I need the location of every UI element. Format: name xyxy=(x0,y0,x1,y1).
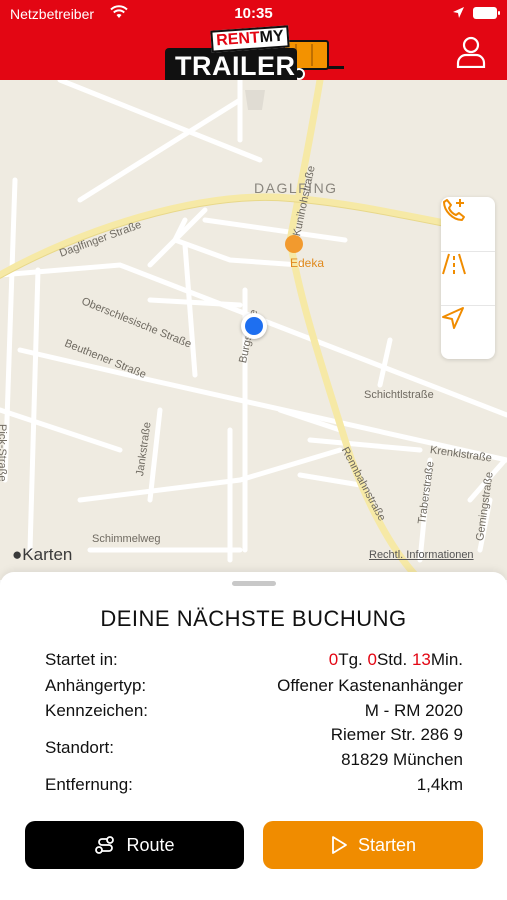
user-icon[interactable] xyxy=(456,36,486,69)
logo-rent-text: RENT xyxy=(215,29,261,50)
play-icon xyxy=(330,835,348,855)
legal-info-link[interactable]: Rechtl. Informationen xyxy=(369,549,474,561)
battery-icon xyxy=(473,7,500,19)
road-icon[interactable] xyxy=(441,251,495,305)
distance-value: 1,4km xyxy=(416,775,463,794)
plate-label: Kennzeichen: xyxy=(45,701,149,720)
location-label: Standort: xyxy=(45,738,114,757)
app-header: Netzbetreiber 10:35 TRAILER RENTMY xyxy=(0,0,507,84)
trailer-type-label: Anhängertyp: xyxy=(45,676,147,695)
call-icon[interactable] xyxy=(441,197,495,251)
start-button-label: Starten xyxy=(357,834,417,855)
location-city: 81829 München xyxy=(341,750,463,769)
booking-title: DEINE NÄCHSTE BUCHUNG xyxy=(100,606,407,631)
apple-logo-icon: ● xyxy=(12,545,23,564)
map-controls xyxy=(441,197,495,359)
location-street: Riemer Str. 286 9 xyxy=(330,725,463,744)
countdown-days-unit: Tg. xyxy=(338,650,363,669)
countdown-minutes: 13 xyxy=(411,650,431,669)
maps-brand-text: Karten xyxy=(22,545,73,564)
maps-attribution: ●Karten xyxy=(12,545,72,565)
logo-my-text: MY xyxy=(259,27,285,47)
sheet-grabber[interactable] xyxy=(232,581,276,586)
location-services-icon xyxy=(452,6,465,22)
plate-value: M - RM 2020 xyxy=(364,701,463,720)
street-label: Schimmelweg xyxy=(92,533,161,545)
route-icon xyxy=(94,835,116,855)
countdown-hours: 0 xyxy=(367,650,377,669)
rentmytrailer-logo: TRAILER RENTMY xyxy=(165,25,345,88)
countdown-days: 0 xyxy=(328,650,339,669)
trailer-drawbar xyxy=(328,66,344,69)
navigation-arrow-icon[interactable] xyxy=(441,305,495,359)
logo-trailer-text: TRAILER xyxy=(165,48,297,84)
status-bar: Netzbetreiber 10:35 xyxy=(0,0,507,28)
route-button-label: Route xyxy=(126,834,175,855)
clock: 10:35 xyxy=(234,5,273,22)
route-button[interactable]: Route xyxy=(25,821,244,869)
shop-cart-icon[interactable] xyxy=(285,235,303,253)
street-label: Pick-Straße xyxy=(0,424,8,482)
trailer-type-value: Offener Kastenanhänger xyxy=(277,676,463,695)
street-label: Schichtlstraße xyxy=(364,389,434,401)
district-label: DAGLFING xyxy=(254,180,338,196)
booking-sheet: DEINE NÄCHSTE BUCHUNG Startet in: 0Tg. 0… xyxy=(0,572,507,900)
map-view[interactable]: DAGLFING Kunihohstraße Daglfinger Straße… xyxy=(0,80,507,580)
current-location-dot xyxy=(241,313,267,339)
distance-label: Entfernung: xyxy=(45,775,133,794)
start-label: Startet in: xyxy=(45,650,118,669)
poi-label: Edeka xyxy=(290,256,325,270)
countdown-hours-unit: Std. xyxy=(376,650,408,669)
start-button[interactable]: Starten xyxy=(263,821,483,869)
countdown-minutes-unit: Min. xyxy=(430,650,463,669)
start-countdown: 0Tg. 0Std. 13Min. xyxy=(329,650,463,670)
